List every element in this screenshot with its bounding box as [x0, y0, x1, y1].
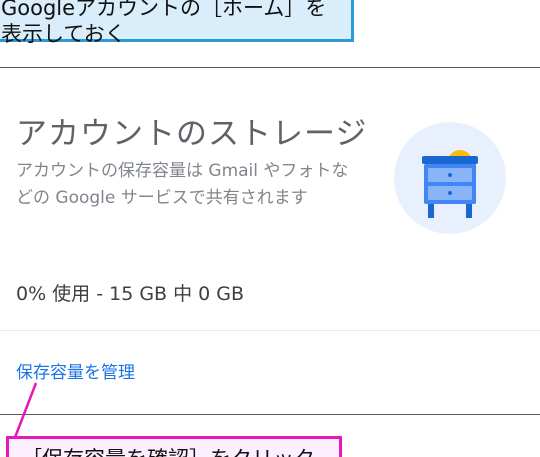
top-divider	[0, 67, 540, 68]
storage-card-description: アカウントの保存容量は Gmail やフォトなどの Google サービスで共有…	[16, 161, 349, 208]
card-inner-divider	[0, 330, 540, 331]
instruction-callout-bottom: ［保存容量を確認］をクリック	[6, 436, 342, 457]
instruction-callout-top-line2: 表示しておく	[1, 22, 126, 46]
screen: Googleアカウントの［ホーム］を 表示しておく アカウントのストレージ アカ…	[0, 0, 540, 457]
bottom-divider	[0, 414, 540, 415]
instruction-callout-top-line1: Googleアカウントの［ホーム］を	[1, 0, 327, 20]
instruction-callout-bottom-text: ［保存容量を確認］をクリック	[21, 447, 315, 457]
storage-card-title: アカウントのストレージ	[16, 116, 368, 152]
instruction-callout-top: Googleアカウントの［ホーム］を 表示しておく	[0, 0, 354, 46]
storage-usage-text: 0% 使用 - 15 GB 中 0 GB	[16, 283, 245, 305]
storage-cabinet-icon	[392, 120, 508, 236]
manage-storage-link[interactable]: 保存容量を管理	[16, 358, 135, 383]
